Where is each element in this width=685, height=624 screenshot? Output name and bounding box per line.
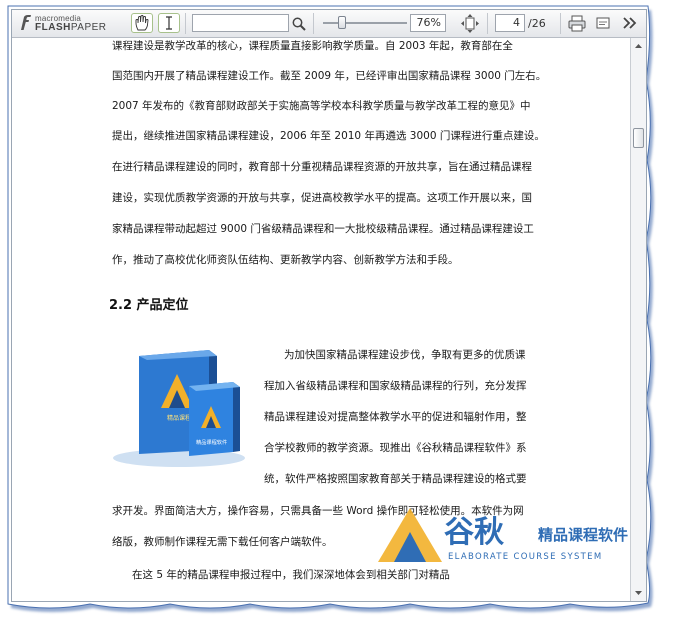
paragraph-line: 精品课程建设对提高整体教学水平的促进和辐射作用，整 bbox=[264, 411, 527, 423]
paragraph-line: 提出，继续推进国家精品课程建设，2006 年至 2010 年再遴选 3000 门… bbox=[112, 130, 545, 142]
logo-product-light: PAPER bbox=[70, 22, 107, 33]
scroll-up-arrow-icon[interactable] bbox=[633, 41, 644, 52]
paragraph-line: 作，推动了高校优化师资队伍结构、更新教学内容、创新教学方法和手段。 bbox=[112, 254, 459, 266]
toolbar-separator bbox=[313, 13, 314, 34]
paragraph-line: 程加入省级精品课程和国家级精品课程的行列，充分发挥 bbox=[264, 380, 527, 392]
section-heading: 2.2 产品定位 bbox=[109, 298, 189, 313]
search-icon[interactable] bbox=[291, 16, 307, 32]
fit-page-icon[interactable] bbox=[461, 14, 479, 33]
paragraph-line: 建设，实现优质教学资源的开放与共享，促进高校教学水平的提高。这项工作开展以来，国 bbox=[112, 192, 532, 204]
zoom-slider-thumb[interactable] bbox=[338, 16, 346, 29]
toolbar-separator bbox=[560, 13, 561, 34]
toolbar-separator bbox=[487, 13, 488, 34]
toolbar: macromedia FLASHPAPER 76% 4 /26 bbox=[12, 10, 646, 38]
scroll-down-arrow-icon[interactable] bbox=[633, 587, 644, 598]
logo-product-name: FLASHPAPER bbox=[35, 22, 107, 33]
text-select-button[interactable] bbox=[158, 13, 180, 33]
zoom-slider-track[interactable] bbox=[323, 22, 407, 24]
paragraph-line: 2007 年发布的《教育部财政部关于实施高等学校本科教学质量与教学改革工程的意见… bbox=[112, 100, 531, 112]
paragraph-line: 家精品课程带动起超过 9000 门省级精品课程和一大批校级精品课程。通过精品课程… bbox=[112, 223, 534, 235]
paragraph-line: 统，软件严格按照国家教育部关于精品课程建设的格式要 bbox=[264, 473, 527, 485]
text-select-icon bbox=[166, 16, 172, 30]
options-icon[interactable] bbox=[596, 16, 610, 30]
more-icon[interactable] bbox=[623, 17, 637, 29]
product-box-front-label: 精品课程软件 bbox=[196, 438, 227, 446]
paragraph-line: 络版，教师制作课程无需下载任何客户端软件。 bbox=[112, 536, 333, 548]
search-input[interactable] bbox=[192, 14, 289, 32]
watermark-product-cn: 精品课程软件 bbox=[538, 526, 628, 544]
paragraph-line: 国范围内开展了精品课程建设工作。截至 2009 年，已经评审出国家精品课程 30… bbox=[112, 70, 547, 82]
watermark-brand-en: ELABORATE COURSE SYSTEM bbox=[448, 552, 602, 562]
paragraph-line: 课程建设是教学改革的核心，课程质量直接影响教学质量。自 2003 年起，教育部在… bbox=[112, 40, 513, 52]
page-number-field[interactable]: 4 bbox=[495, 14, 525, 32]
toolbar-separator bbox=[185, 13, 186, 34]
macromedia-logo-icon bbox=[21, 15, 31, 30]
hand-tool-icon bbox=[135, 15, 149, 31]
product-box-back-label: 精品课程 bbox=[167, 414, 191, 422]
paragraph-line: 在进行精品课程建设的同时，教育部十分重视精品课程资源的开放共享，旨在通过精品课程 bbox=[112, 161, 532, 173]
scrollbar-thumb[interactable] bbox=[633, 128, 644, 148]
flashpaper-logo: macromedia FLASHPAPER bbox=[18, 13, 128, 34]
logo-product-bold: FLASH bbox=[35, 22, 71, 33]
paragraph-line: 合学校教师的教学资源。现推出《谷秋精品课程软件》系 bbox=[264, 442, 527, 454]
zoom-field[interactable]: 76% bbox=[410, 14, 446, 32]
watermark-brand-cn: 谷秋 bbox=[444, 515, 504, 550]
product-box-image: 精品课程 精品课程软件 bbox=[113, 350, 245, 467]
brand-watermark: 谷秋 精品课程软件 ELABORATE COURSE SYSTEM bbox=[378, 508, 628, 562]
paragraph-line: 在这 5 年的精品课程申报过程中，我们深深地体会到相关部门对精品 bbox=[132, 569, 450, 581]
page-total: /26 bbox=[528, 17, 546, 30]
print-icon[interactable] bbox=[568, 15, 586, 32]
paragraph-line: 为加快国家精品课程建设步伐，争取有更多的优质课 bbox=[284, 349, 526, 361]
hand-tool-button[interactable] bbox=[131, 13, 153, 33]
